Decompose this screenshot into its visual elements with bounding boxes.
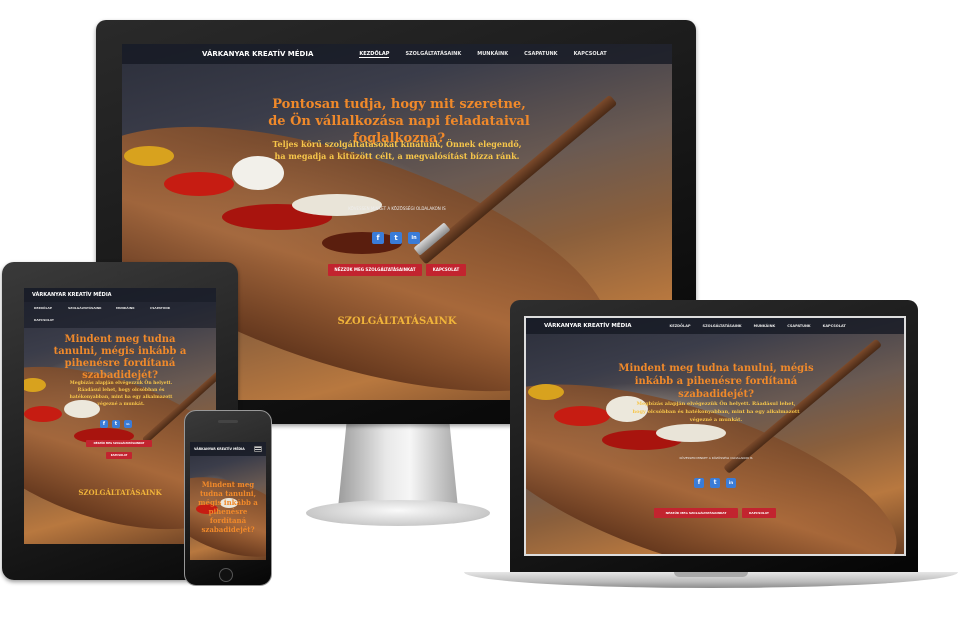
social-linkedin-button[interactable]: in (408, 232, 420, 244)
social-caption: KÖVESSEN MINKET A KÖZÖSSÉGI OLDALAKON IS (348, 206, 446, 211)
social-linkedin-button[interactable]: in (124, 420, 132, 428)
paint-blob (528, 384, 564, 400)
hero-subtext: Megbízás alapján elvégezzük Ön helyett. … (632, 401, 800, 423)
contact-button[interactable]: KAPCSOLAT (426, 264, 466, 276)
hero-subtext: Teljes körű szolgáltatásokat kínálunk, Ö… (272, 139, 522, 161)
paint-blob (124, 146, 174, 166)
brand-logo-text[interactable]: VÁRKANYAR KREATÍV MÉDIA (544, 323, 632, 329)
paint-blob (292, 194, 382, 216)
services-button[interactable]: NÉZZÜK MEG SZOLGÁLTATÁSAINKAT (86, 440, 152, 447)
hero-headline: Mindent meg tudna tanulni, mégis inkább … (198, 480, 258, 534)
paint-blob (164, 172, 234, 196)
monitor-stand-base (306, 500, 490, 526)
laptop-navbar: VÁRKANYAR KREATÍV MÉDIA KEZDŐLAP SZOLGÁL… (526, 318, 904, 334)
paint-blob (656, 424, 726, 442)
nav-item-services[interactable]: SZOLGÁLTATÁSAINK (703, 324, 742, 328)
nav-item-team[interactable]: CSAPATUNK (150, 306, 170, 310)
paint-blob (554, 406, 610, 426)
brand-logo-text[interactable]: VÁRKANYAR KREATÍV MÉDIA (194, 447, 245, 451)
nav-item-works[interactable]: MUNKÁINK (754, 324, 776, 328)
desktop-navbar: VÁRKANYAR KREATÍV MÉDIA KEZDŐLAP SZOLGÁL… (122, 44, 672, 64)
paint-blob (24, 406, 62, 422)
hero-headline: Mindent meg tudna tanulni, mégis inkább … (618, 363, 814, 400)
nav-item-home[interactable]: KEZDŐLAP (670, 324, 691, 328)
services-button[interactable]: NÉZZÜK MEG SZOLGÁLTATÁSAINKAT (328, 264, 422, 276)
nav-item-services[interactable]: SZOLGÁLTATÁSAINK (68, 306, 101, 310)
nav-item-home[interactable]: KEZDŐLAP (34, 306, 52, 310)
social-linkedin-button[interactable]: in (726, 478, 736, 488)
phone-screen: VÁRKANYAR KREATÍV MÉDIA Mindent meg tudn… (190, 442, 266, 560)
brand-logo-text[interactable]: VÁRKANYAR KREATÍV MÉDIA (32, 292, 112, 298)
social-facebook-button[interactable]: f (372, 232, 384, 244)
social-twitter-button[interactable]: t (710, 478, 720, 488)
laptop-screen: VÁRKANYAR KREATÍV MÉDIA KEZDŐLAP SZOLGÁL… (524, 316, 906, 556)
social-facebook-button[interactable]: f (694, 478, 704, 488)
contact-button[interactable]: KAPCSOLAT (742, 508, 776, 518)
hero-headline: Mindent meg tudna tanulni, mégis inkább … (53, 334, 187, 381)
phone-speaker (218, 420, 238, 423)
tablet-camera (117, 271, 121, 275)
nav-item-team[interactable]: CSAPATUNK (787, 324, 810, 328)
nav-item-home[interactable]: KEZDŐLAP (359, 51, 390, 58)
nav-item-team[interactable]: CSAPATUNK (524, 51, 557, 57)
contact-button[interactable]: KAPCSOLAT (106, 452, 132, 459)
social-twitter-button[interactable]: t (390, 232, 402, 244)
social-caption: KÖVESSEN MINKET A KÖZÖSSÉGI OLDALAKON IS (679, 456, 753, 460)
section-title: SZOLGÁLTATÁSAINK (337, 316, 457, 327)
tablet-nav-row: KEZDŐLAP SZOLGÁLTATÁSAINK MUNKÁINK CSAPA… (24, 302, 216, 328)
nav-item-works[interactable]: MUNKÁINK (116, 306, 135, 310)
nav-item-contact[interactable]: KAPCSOLAT (823, 324, 846, 328)
nav-item-works[interactable]: MUNKÁINK (477, 51, 508, 57)
tablet-navbar: VÁRKANYAR KREATÍV MÉDIA (24, 288, 216, 302)
brand-logo-text[interactable]: VÁRKANYAR KREATÍV MÉDIA (202, 50, 313, 58)
phone-home-button (219, 568, 233, 582)
phone-navbar: VÁRKANYAR KREATÍV MÉDIA (190, 442, 266, 456)
hero-subtext: Megbízás alapján elvégezzük Ön helyett. … (69, 381, 173, 407)
hamburger-menu-icon[interactable] (254, 446, 262, 452)
social-twitter-button[interactable]: t (112, 420, 120, 428)
nav-item-contact[interactable]: KAPCSOLAT (574, 51, 607, 57)
social-facebook-button[interactable]: f (100, 420, 108, 428)
nav-item-contact[interactable]: KAPCSOLAT (34, 318, 54, 322)
nav-item-services[interactable]: SZOLGÁLTATÁSAINK (405, 51, 461, 57)
laptop-notch (674, 572, 748, 577)
monitor-stand-neck (338, 412, 458, 508)
services-button[interactable]: NÉZZÜK MEG SZOLGÁLTATÁSAINKAT (654, 508, 738, 518)
section-title: SZOLGÁLTATÁSAINK (78, 488, 162, 497)
